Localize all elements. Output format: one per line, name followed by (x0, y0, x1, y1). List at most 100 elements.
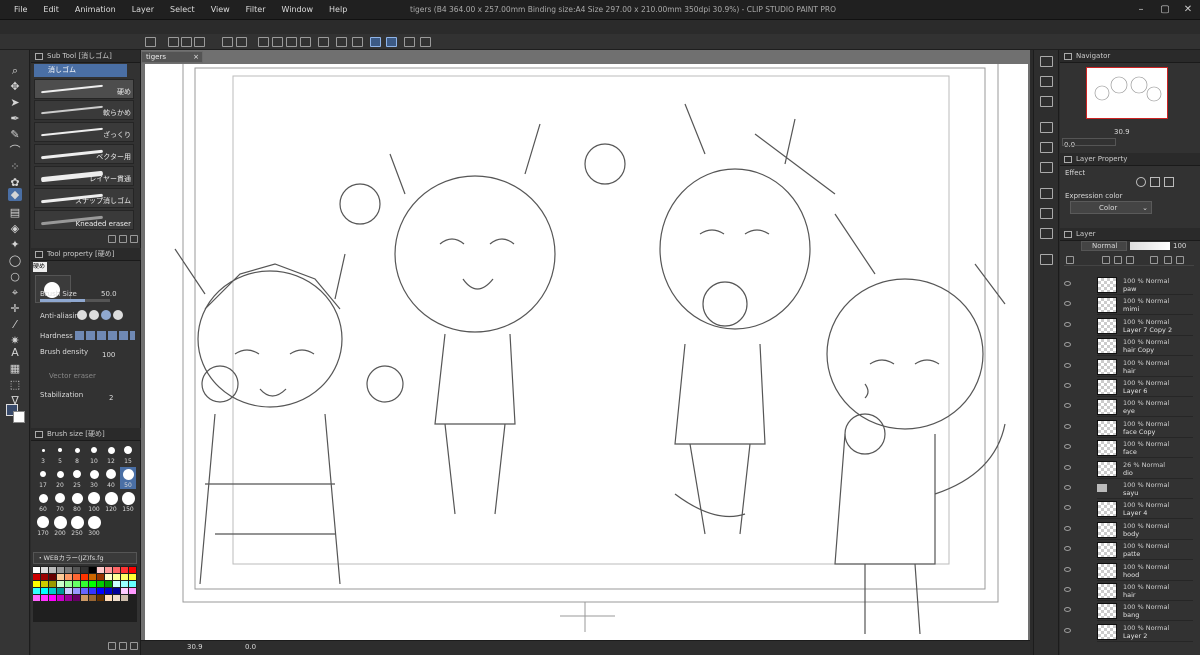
layer-color-effect-icon[interactable] (1164, 177, 1174, 187)
border-effect-icon[interactable] (1136, 177, 1146, 187)
layer-name[interactable]: mimi (1123, 305, 1139, 313)
brush-size-option[interactable]: 170 (35, 515, 51, 537)
layer-name[interactable]: hair (1123, 367, 1136, 375)
brush-size-option[interactable]: 150 (120, 491, 136, 513)
color-swatch[interactable] (121, 567, 128, 573)
color-swatch[interactable] (89, 574, 96, 580)
layer-row[interactable]: 100 % Normal patte (1064, 540, 1193, 561)
brush-size-option[interactable]: 3 (35, 443, 51, 465)
eye-icon[interactable] (1064, 321, 1071, 327)
layer-name[interactable]: hood (1123, 571, 1139, 579)
layer-row[interactable]: 100 % Normal hair Copy (1064, 336, 1193, 357)
frame-tool-icon[interactable]: ▦ (8, 362, 22, 375)
color-swatch[interactable] (57, 567, 64, 573)
save-icon[interactable] (194, 37, 205, 47)
snap-special-ruler-icon[interactable] (386, 37, 397, 47)
color-swatch[interactable] (33, 595, 40, 601)
invert-selection-icon[interactable] (336, 37, 347, 47)
layer-name[interactable]: eye (1123, 407, 1135, 415)
color-swatch[interactable] (41, 567, 48, 573)
menu-file[interactable]: File (6, 0, 35, 20)
close-button[interactable]: ✕ (1177, 0, 1199, 20)
replace-color-icon[interactable] (119, 642, 127, 650)
brush-size-option[interactable]: 30 (86, 467, 102, 489)
layer-row[interactable]: 100 % Normal Layer 6 (1064, 377, 1193, 397)
copy-icon[interactable] (1040, 122, 1053, 133)
brush-item-vector[interactable]: ベクター用 (34, 144, 134, 164)
fill-selection-icon[interactable] (1040, 208, 1053, 219)
copy-subtool-icon[interactable] (119, 235, 127, 243)
move-tool-icon[interactable]: ✥ (8, 80, 22, 93)
brush-size-option[interactable]: 100 (86, 491, 102, 513)
reference-layer-icon[interactable] (1114, 256, 1122, 264)
deselect-icon[interactable] (318, 37, 329, 47)
delete-icon[interactable] (1040, 96, 1053, 107)
export-icon[interactable] (1040, 228, 1053, 239)
folder-icon[interactable] (1164, 256, 1172, 264)
eyedropper-tool-icon[interactable]: ⁄ (8, 318, 22, 331)
color-swatch[interactable] (97, 588, 104, 594)
pen-tool-icon[interactable]: ✒ (8, 112, 22, 125)
undo-icon[interactable] (222, 37, 233, 47)
color-swatch[interactable] (49, 595, 56, 601)
figure-tool-icon[interactable]: ○ (8, 270, 22, 283)
lock-icon[interactable] (1102, 256, 1110, 264)
antialias-strong-icon[interactable] (113, 310, 123, 320)
layer-row[interactable]: 100 % Normal eye (1064, 397, 1193, 418)
layer-icon[interactable] (1040, 76, 1053, 87)
eye-icon[interactable] (1064, 464, 1071, 470)
brush-size-option[interactable]: 5 (52, 443, 68, 465)
camera-icon[interactable] (1040, 56, 1053, 67)
status-angle-value[interactable]: 0.0 (245, 643, 256, 651)
brush-size-option[interactable]: 15 (120, 443, 136, 465)
color-swatch[interactable] (41, 574, 48, 580)
layer-name[interactable]: Layer 2 (1123, 632, 1147, 640)
layer-name[interactable]: body (1123, 530, 1139, 538)
layer-row[interactable]: 100 % Normal hair (1064, 581, 1193, 601)
canvas-paper[interactable] (145, 61, 1028, 640)
color-swatch[interactable] (121, 588, 128, 594)
layer-name[interactable]: Layer 4 (1123, 509, 1147, 517)
object-tool-icon[interactable]: ✛ (8, 302, 22, 315)
add-subtool-icon[interactable] (108, 235, 116, 243)
color-swatch[interactable] (57, 588, 64, 594)
eye-icon[interactable] (1064, 281, 1071, 286)
text-tool-icon[interactable]: A (8, 346, 22, 359)
navigator-angle-slider[interactable] (1062, 138, 1116, 146)
brush-size-option[interactable]: 120 (103, 491, 119, 513)
color-swatch[interactable] (129, 574, 136, 580)
color-swatch[interactable] (121, 595, 128, 601)
brush-item-all-layers[interactable]: レイヤー貫通 (34, 166, 134, 186)
brush-size-option[interactable]: 8 (69, 443, 85, 465)
brush-tool-icon[interactable]: ⌒ (8, 144, 22, 157)
flip-icon[interactable] (1040, 162, 1053, 173)
menu-view[interactable]: View (203, 0, 238, 20)
color-swatch[interactable] (89, 588, 96, 594)
eye-icon[interactable] (1064, 383, 1071, 388)
color-set-swatches[interactable] (33, 566, 137, 622)
color-swatch[interactable] (33, 588, 40, 594)
maximize-button[interactable]: ▢ (1154, 0, 1176, 20)
color-swatch[interactable] (89, 567, 96, 573)
brush-item-hard[interactable]: 硬め (34, 79, 134, 99)
eye-icon[interactable] (1064, 627, 1071, 633)
layer-row[interactable]: 100 % Normal hair (1064, 357, 1193, 377)
clear-icon[interactable] (272, 37, 283, 47)
layer-row[interactable]: 100 % Normal face (1064, 438, 1193, 459)
open-file-icon[interactable] (181, 37, 192, 47)
layer-name[interactable]: face (1123, 448, 1137, 456)
navigator-preview[interactable] (1086, 67, 1168, 119)
color-swatch[interactable] (129, 581, 136, 587)
eye-icon[interactable] (1064, 485, 1071, 490)
color-swatch[interactable] (97, 574, 104, 580)
color-swatch[interactable] (33, 581, 40, 587)
blend-mode-select[interactable]: Normal (1081, 241, 1127, 251)
redo-icon[interactable] (236, 37, 247, 47)
brush-size-option[interactable]: 17 (35, 467, 51, 489)
color-swatch[interactable] (41, 595, 48, 601)
color-swatch[interactable] (81, 588, 88, 594)
brush-item-snap[interactable]: スナップ消しゴム (34, 188, 134, 208)
color-swatch[interactable] (113, 574, 120, 580)
color-swatch[interactable] (41, 581, 48, 587)
menu-layer[interactable]: Layer (124, 0, 162, 20)
